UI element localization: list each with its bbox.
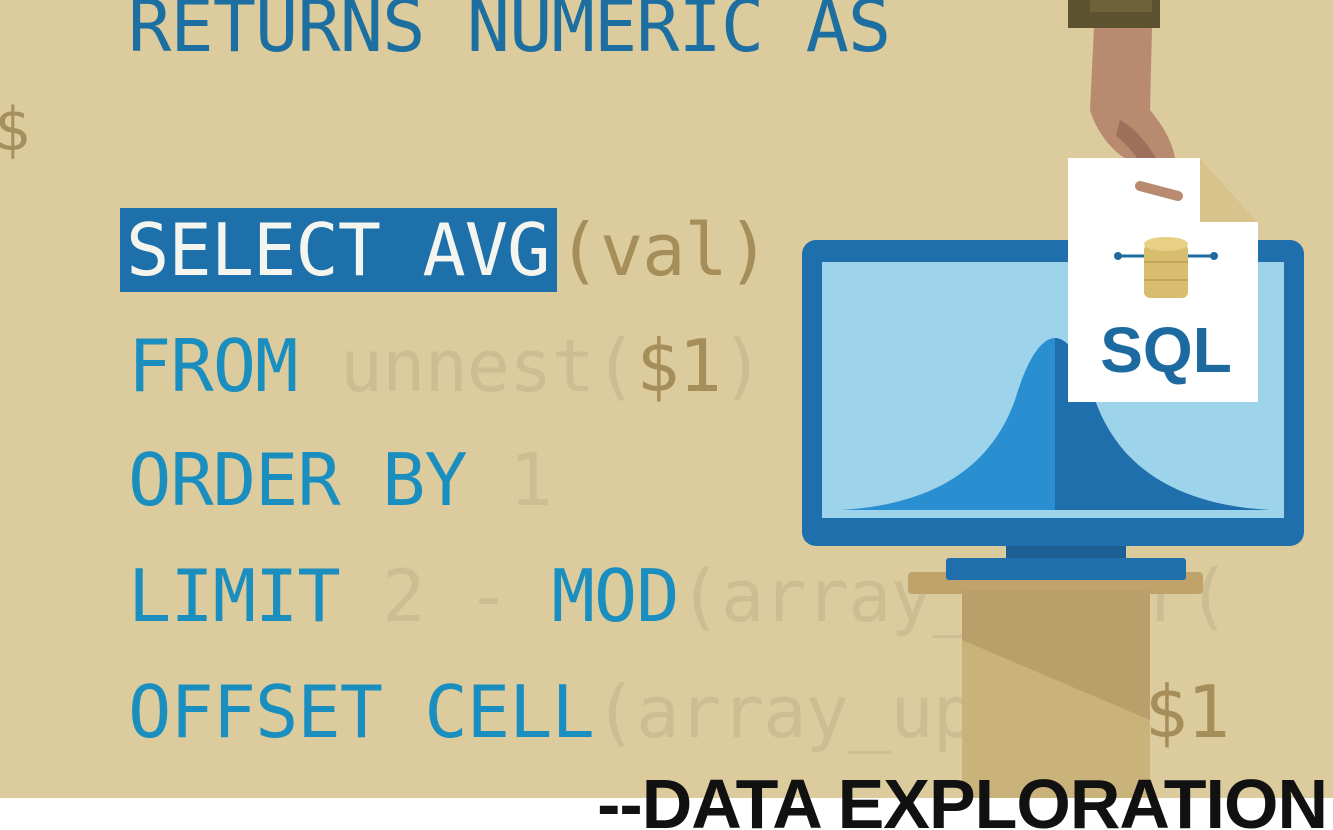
hero-banner: RETURNS NUMERIC AS $ SELECT AVG (val) FRO… [0,0,1333,830]
caption-text: --DATA EXPLORATION [597,765,1328,830]
document-label: SQL [1100,314,1232,386]
illustration: SQL [802,0,1304,830]
sql-document-icon: SQL [1068,158,1258,402]
